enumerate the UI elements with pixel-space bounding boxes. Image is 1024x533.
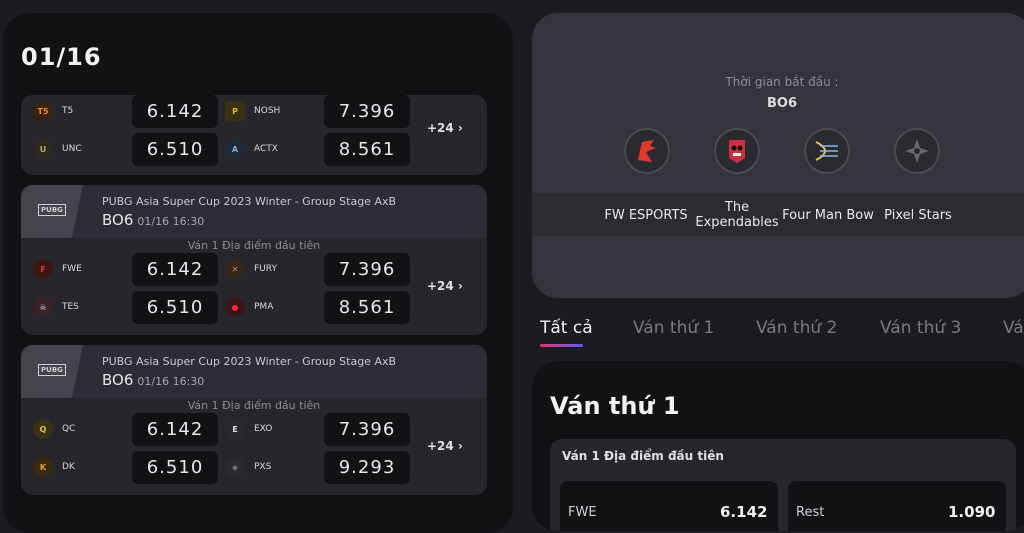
match-card[interactable]: PUBG PUBG Asia Super Cup 2023 Winter - G… (21, 345, 487, 495)
bo-label: BO6 (102, 211, 134, 229)
team-score: 7.396 (324, 413, 410, 446)
round-card-title: Ván 1 Địa điểm đầu tiên (562, 449, 724, 463)
card-header: PUBG PUBG Asia Super Cup 2023 Winter - G… (21, 345, 487, 398)
pubg-logo: PUBG (21, 345, 83, 398)
tab-round-1[interactable]: Ván thứ 1 (633, 318, 714, 338)
fw-esports-logo-icon (624, 128, 670, 174)
match-card[interactable]: PUBG PUBG Asia Super Cup 2023 Winter - G… (21, 185, 487, 335)
pubg-logo-text: PUBG (38, 204, 66, 216)
result-entry: FWE 6.142 (560, 481, 778, 531)
tournament-name: PUBG Asia Super Cup 2023 Winter - Group … (102, 195, 397, 208)
team-score: 6.142 (132, 253, 218, 286)
more-rounds-link[interactable]: +24 › (427, 121, 463, 135)
team-row: A ACTX (225, 139, 278, 159)
match-format: BO6 01/16 16:30 (102, 211, 204, 229)
team-name: PMA (254, 302, 274, 312)
more-rounds-link[interactable]: +24 › (427, 439, 463, 453)
dk-logo-icon: K (33, 457, 53, 477)
team-name: UNC (62, 144, 82, 154)
team-score: 6.510 (132, 451, 218, 484)
team-name: NOSH (254, 106, 281, 116)
pma-logo-icon: ● (225, 297, 245, 317)
round-title: Ván thứ 1 (550, 392, 680, 420)
match-format: BO6 01/16 16:30 (102, 371, 204, 389)
fury-logo-icon: ✕ (225, 259, 245, 279)
match-info-panel: Thời gian bắt đầu : BO6 FW ESPORTS The E… (532, 13, 1024, 298)
round-label: Ván 1 Địa điểm đầu tiên (187, 239, 321, 252)
team-score: 8.561 (324, 133, 410, 166)
team-name: Four Man Bow (782, 208, 874, 223)
tes-logo-icon: ☠ (33, 297, 53, 317)
team-row: K DK (33, 457, 75, 477)
team-row: ● PMA (225, 297, 273, 317)
match-time: 01/16 16:30 (137, 215, 205, 228)
team-name: PXS (254, 462, 272, 472)
more-rounds-link[interactable]: +24 › (427, 279, 463, 293)
pxs-logo-icon: ◈ (225, 457, 245, 477)
qc-logo-icon: Q (33, 419, 53, 439)
team-name: DK (62, 462, 75, 472)
nosh-logo-icon: P (225, 101, 245, 121)
card-header: PUBG PUBG Asia Super Cup 2023 Winter - G… (21, 185, 487, 238)
team-name: Pixel Stars (884, 208, 952, 223)
round-label: Ván 1 Địa điểm đầu tiên (187, 399, 321, 412)
team-score: 9.293 (324, 451, 410, 484)
match-card[interactable]: T5 T5 U UNC 6.142 6.510 P NOSH A ACTX 7.… (21, 95, 487, 175)
pubg-logo-text: PUBG (38, 364, 66, 376)
team-name: ACTX (254, 144, 278, 154)
active-tab-indicator (540, 344, 583, 347)
team-name: EXO (254, 424, 273, 434)
bo-label: BO6 (102, 371, 134, 389)
round-detail-panel: Ván thứ 1 Ván 1 Địa điểm đầu tiên FWE 6.… (532, 361, 1024, 531)
exo-logo-icon: E (225, 419, 245, 439)
team-row: E EXO (225, 419, 272, 439)
date-heading: 01/16 (21, 43, 102, 71)
result-entry: Rest 1.090 (788, 481, 1006, 531)
match-format: BO6 (766, 96, 797, 111)
start-time-label: Thời gian bắt đầu : (725, 75, 839, 89)
tab-all[interactable]: Tất cả (540, 318, 593, 338)
team-row: Q QC (33, 419, 75, 439)
tournament-name: PUBG Asia Super Cup 2023 Winter - Group … (102, 355, 397, 368)
team-row: ☠ TES (33, 297, 79, 317)
team-row: ✕ FURY (225, 259, 277, 279)
t5-logo-icon: T5 (33, 101, 53, 121)
round-card: Ván 1 Địa điểm đầu tiên FWE 6.142 Rest 1… (550, 439, 1016, 531)
team-score: 6.142 (132, 95, 218, 128)
team-row: U UNC (33, 139, 82, 159)
fwe-logo-icon: F (33, 259, 53, 279)
team-name: The Expendables (695, 200, 779, 230)
match-list-panel: 01/16 T5 T5 U UNC 6.142 6.510 P NOSH A A… (3, 13, 513, 533)
four-man-bow-logo-icon (804, 128, 850, 174)
tab-round-4[interactable]: Vá (1003, 318, 1024, 338)
entry-name: FWE (568, 505, 597, 520)
team-row: P NOSH (225, 101, 280, 121)
team-name: TES (62, 302, 79, 312)
actx-logo-icon: A (225, 139, 245, 159)
tab-round-3[interactable]: Ván thứ 3 (880, 318, 961, 338)
match-time: 01/16 16:30 (137, 375, 205, 388)
entry-name: Rest (796, 505, 825, 520)
team-score: 7.396 (324, 253, 410, 286)
team-row: F FWE (33, 259, 82, 279)
entry-value: 1.090 (948, 503, 996, 521)
team-name: FWE (62, 264, 82, 274)
team-score: 8.561 (324, 291, 410, 324)
team-name: QC (62, 424, 76, 434)
team-name: T5 (62, 106, 74, 116)
team-score: 6.142 (132, 413, 218, 446)
team-score: 6.510 (132, 133, 218, 166)
team-score: 7.396 (324, 95, 410, 128)
team-name: FW ESPORTS (604, 208, 688, 223)
pixel-stars-logo-icon (894, 128, 940, 174)
unc-logo-icon: U (33, 139, 53, 159)
team-row: T5 T5 (33, 101, 73, 121)
pubg-logo: PUBG (21, 185, 83, 238)
team-row: ◈ PXS (225, 457, 271, 477)
tab-round-2[interactable]: Ván thứ 2 (756, 318, 837, 338)
entry-value: 6.142 (720, 503, 768, 521)
team-name: FURY (254, 264, 277, 274)
expendables-logo-icon (714, 128, 760, 174)
team-score: 6.510 (132, 291, 218, 324)
